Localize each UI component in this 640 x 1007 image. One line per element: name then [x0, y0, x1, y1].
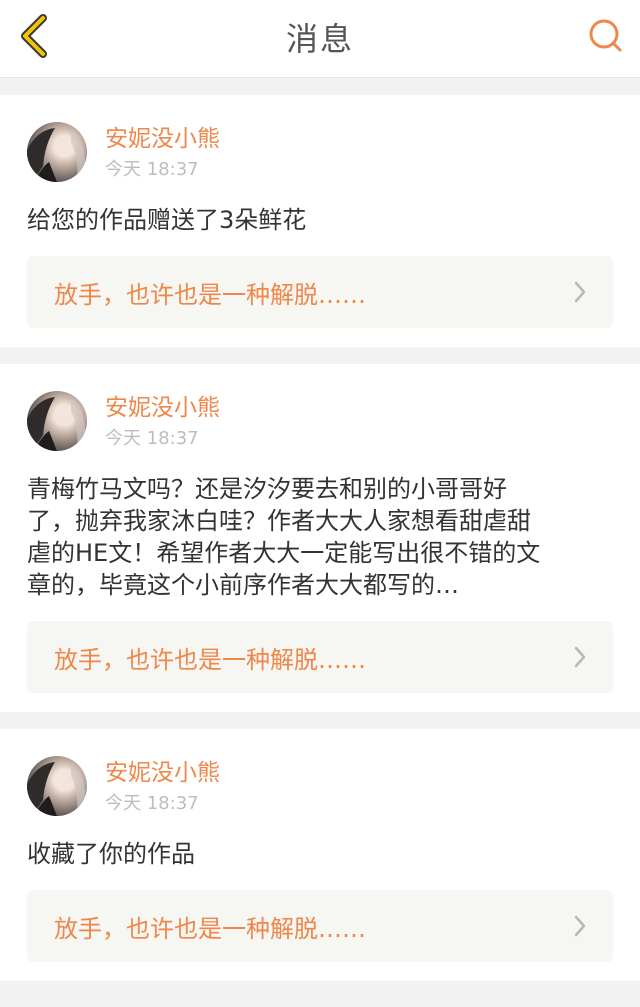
avatar[interactable] [27, 122, 87, 182]
work-link[interactable]: 放手，也许也是一种解脱…… [27, 890, 613, 962]
message-card: 安妮没小熊 今天 18:37 给您的作品赠送了3朵鲜花 放手，也许也是一种解脱…… [0, 95, 640, 347]
search-button[interactable] [586, 18, 626, 58]
username[interactable]: 安妮没小熊 [105, 125, 220, 153]
message-list: 安妮没小熊 今天 18:37 给您的作品赠送了3朵鲜花 放手，也许也是一种解脱…… [0, 78, 640, 981]
search-icon [587, 17, 625, 59]
work-link[interactable]: 放手，也许也是一种解脱…… [27, 256, 613, 328]
work-link[interactable]: 放手，也许也是一种解脱…… [27, 621, 613, 693]
timestamp: 今天 18:37 [105, 428, 199, 449]
work-title: 放手，也许也是一种解脱…… [54, 914, 366, 943]
message-content: 收藏了你的作品 [27, 840, 195, 868]
timestamp: 今天 18:37 [105, 159, 199, 180]
avatar[interactable] [27, 391, 87, 451]
username[interactable]: 安妮没小熊 [105, 394, 220, 422]
page-title: 消息 [285, 20, 354, 58]
message-card: 安妮没小熊 今天 18:37 青梅竹马文吗？还是汐汐要去和别的小哥哥好 了，抛弃… [0, 364, 640, 712]
chevron-right-icon [573, 280, 587, 304]
work-title: 放手，也许也是一种解脱…… [54, 645, 366, 674]
avatar[interactable] [27, 756, 87, 816]
message-content: 给您的作品赠送了3朵鲜花 [27, 206, 307, 234]
work-title: 放手，也许也是一种解脱…… [54, 280, 366, 309]
chevron-right-icon [573, 645, 587, 669]
username[interactable]: 安妮没小熊 [105, 759, 220, 787]
message-content: 青梅竹马文吗？还是汐汐要去和别的小哥哥好 了，抛弃我家沐白哇？作者大大人家想看甜… [27, 475, 541, 599]
top-bar: 消息 [0, 0, 640, 78]
timestamp: 今天 18:37 [105, 793, 199, 814]
message-card: 安妮没小熊 今天 18:37 收藏了你的作品 放手，也许也是一种解脱…… [0, 729, 640, 981]
chevron-right-icon [573, 914, 587, 938]
